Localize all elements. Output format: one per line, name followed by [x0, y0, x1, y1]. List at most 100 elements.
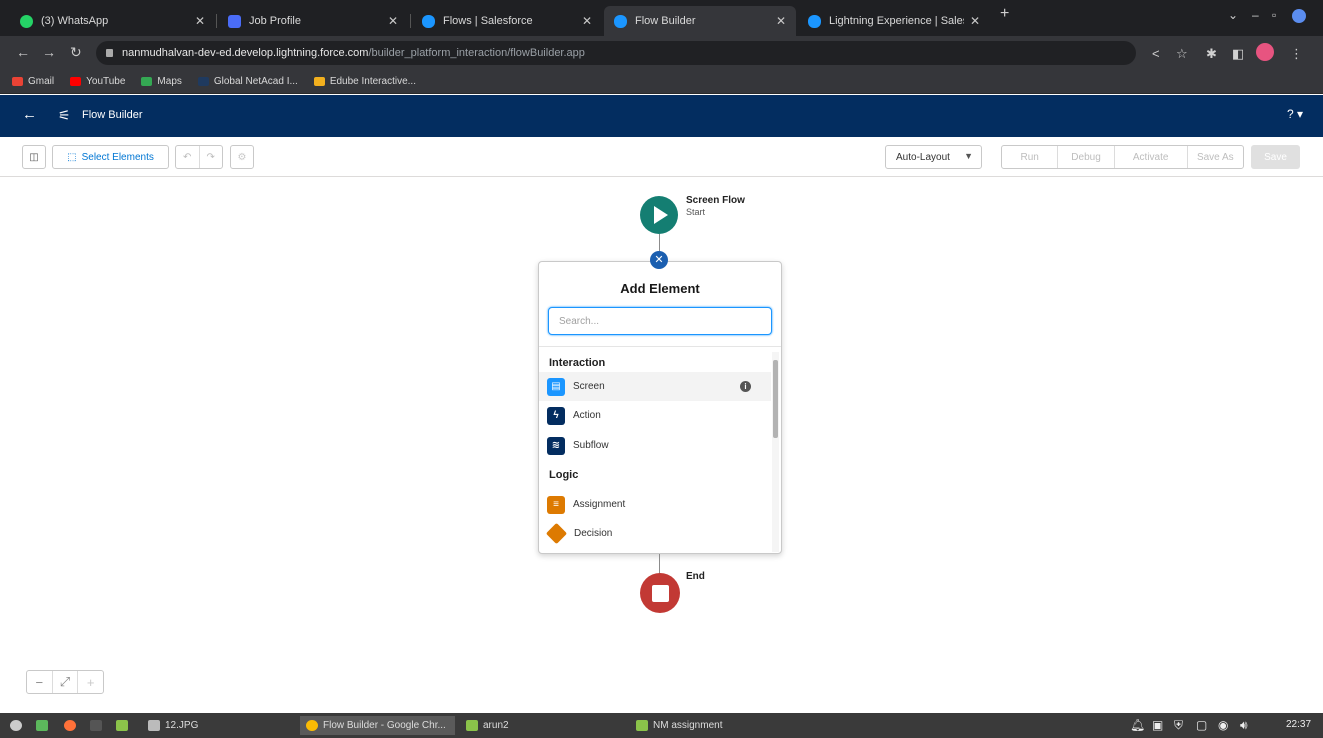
share-icon[interactable]: < — [1152, 46, 1160, 61]
flow-icon: ⚟ — [58, 107, 71, 123]
close-icon[interactable]: ✕ — [650, 251, 668, 269]
element-action[interactable]: ϟ Action — [539, 401, 771, 430]
app-header: ← ⚟ Flow Builder ? ▾ — [0, 95, 1323, 137]
connector-line — [659, 554, 660, 574]
element-subflow[interactable]: ≋ Subflow — [539, 431, 771, 460]
close-window-icon[interactable] — [1292, 9, 1306, 23]
close-tab-icon[interactable]: ✕ — [195, 14, 205, 28]
reload-icon[interactable]: ↻ — [70, 44, 82, 61]
minimize-icon[interactable]: – — [1252, 8, 1259, 22]
element-assignment[interactable]: ≡ Assignment — [539, 490, 771, 519]
maximize-icon[interactable]: ▫ — [1272, 8, 1276, 22]
layout-mode-select[interactable]: Auto-Layout ▼ — [885, 145, 982, 169]
browser-tab-strip: (3) WhatsApp ✕ Job Profile ✕ Flows | Sal… — [0, 0, 1323, 36]
bookmark-global-netacad[interactable]: Global NetAcad I... — [197, 76, 298, 87]
element-screen[interactable]: ▤ Screen i — [539, 372, 771, 401]
taskbar-item-label: NM assignment — [653, 720, 723, 731]
element-search-input[interactable] — [548, 307, 772, 335]
lock-icon — [106, 49, 113, 57]
select-elements-button[interactable]: ⬚ Select Elements — [52, 145, 169, 169]
undo-button[interactable]: ↶ — [176, 146, 200, 168]
tab-separator — [410, 14, 411, 28]
taskbar-item-image[interactable]: 12.JPG — [142, 716, 204, 735]
profile-avatar[interactable] — [1256, 43, 1274, 61]
element-label: Action — [573, 410, 601, 421]
bookmark-star-icon[interactable]: ☆ — [1176, 46, 1188, 62]
help-menu[interactable]: ? ▾ — [1287, 107, 1303, 121]
tab-whatsapp[interactable]: (3) WhatsApp ✕ — [10, 6, 215, 36]
forward-arrow-icon[interactable]: → — [42, 44, 56, 60]
taskbar-item-nm-assignment[interactable]: NM assignment — [630, 716, 728, 735]
redo-button[interactable]: ↷ — [200, 146, 223, 168]
activate-button[interactable]: Activate — [1115, 146, 1188, 168]
desktop-icon — [36, 720, 48, 731]
decision-icon — [545, 522, 568, 545]
start-node[interactable] — [640, 196, 678, 234]
start-menu-button[interactable] — [4, 716, 33, 735]
firefox-launcher[interactable] — [58, 716, 87, 735]
tab-search-icon[interactable]: ⌄ — [1228, 8, 1238, 22]
files-launcher[interactable] — [110, 716, 139, 735]
bookmark-gmail[interactable]: Gmail — [12, 76, 54, 87]
expand-icon: ⤢ — [59, 674, 71, 689]
show-desktop-button[interactable] — [30, 716, 59, 735]
zoom-in-button[interactable]: + — [78, 671, 103, 693]
terminal-launcher[interactable] — [84, 716, 113, 735]
fit-view-button[interactable]: ⤢ — [53, 671, 79, 693]
bookmark-youtube[interactable]: YouTube — [70, 76, 125, 87]
kebab-menu-icon[interactable]: ⋮ — [1290, 46, 1303, 62]
tab-lightning-experience[interactable]: Lightning Experience | Sales ✕ — [798, 6, 990, 36]
folder-icon — [636, 720, 648, 731]
close-tab-icon[interactable]: ✕ — [776, 14, 786, 28]
tab-flow-builder[interactable]: Flow Builder ✕ — [604, 6, 796, 36]
tab-flows-salesforce[interactable]: Flows | Salesforce ✕ — [412, 6, 602, 36]
back-arrow-icon[interactable]: ← — [16, 44, 30, 60]
scrollbar-thumb[interactable] — [773, 360, 778, 438]
assignment-icon: ≡ — [547, 495, 565, 514]
connector-line — [659, 234, 660, 252]
flow-actions-group: Run Debug Activate Save As — [1001, 145, 1244, 169]
tab-title: Flows | Salesforce — [443, 15, 533, 27]
browser-icon — [64, 720, 76, 731]
url-field[interactable]: nanmudhalvan-dev-ed.develop.lightning.fo… — [96, 41, 1136, 65]
debug-button[interactable]: Debug — [1058, 146, 1115, 168]
side-panel-icon[interactable]: ◧ — [1232, 46, 1244, 62]
clipboard-icon[interactable]: ▣ — [1152, 718, 1163, 732]
bookmark-maps[interactable]: Maps — [141, 76, 182, 87]
settings-button[interactable]: ⚙ — [230, 145, 254, 169]
taskbar-item-folder[interactable]: arun2 — [460, 716, 515, 735]
undo-icon: ↶ — [183, 151, 192, 163]
new-tab-icon[interactable]: + — [1000, 5, 1009, 23]
notification-bell-icon[interactable]: 🔔︎ — [1130, 718, 1145, 732]
minus-icon: − — [35, 674, 44, 690]
extensions-icon[interactable]: ✱ — [1206, 46, 1217, 62]
close-tab-icon[interactable]: ✕ — [388, 14, 398, 28]
element-decision[interactable]: Decision — [539, 519, 771, 548]
info-icon[interactable]: i — [740, 381, 751, 392]
save-button[interactable]: Save — [1251, 145, 1300, 169]
back-arrow-icon[interactable]: ← — [22, 106, 37, 123]
save-as-button[interactable]: Save As — [1188, 146, 1243, 168]
undo-redo-group: ↶ ↷ — [175, 145, 223, 169]
flow-canvas[interactable]: Screen Flow Start Add Element Interactio… — [0, 177, 1323, 713]
section-header-logic: Logic — [549, 469, 579, 481]
toggle-panel-button[interactable]: ◫ — [22, 145, 46, 169]
section-header-interaction: Interaction — [549, 357, 606, 369]
close-tab-icon[interactable]: ✕ — [970, 14, 980, 28]
run-button[interactable]: Run — [1002, 146, 1059, 168]
end-node[interactable] — [640, 573, 680, 613]
zoom-controls: − ⤢ + — [26, 670, 104, 694]
tab-job-profile[interactable]: Job Profile ✕ — [218, 6, 408, 36]
bookmark-edube[interactable]: Edube Interactive... — [313, 76, 416, 87]
zoom-out-button[interactable]: − — [27, 671, 53, 693]
network-icon[interactable]: ◉ — [1218, 718, 1228, 732]
popover-scrollbar[interactable] — [772, 352, 779, 552]
gear-icon: ⚙ — [237, 151, 247, 163]
taskbar-item-chrome[interactable]: Flow Builder - Google Chr... — [300, 716, 455, 735]
folder-icon — [116, 720, 128, 731]
close-tab-icon[interactable]: ✕ — [582, 14, 592, 28]
salesforce-cloud-icon — [422, 14, 435, 28]
shield-icon[interactable]: ⛨ — [1174, 718, 1183, 733]
volume-icon[interactable]: 🔊︎ — [1240, 718, 1248, 733]
window-icon[interactable]: ▢ — [1196, 718, 1207, 732]
